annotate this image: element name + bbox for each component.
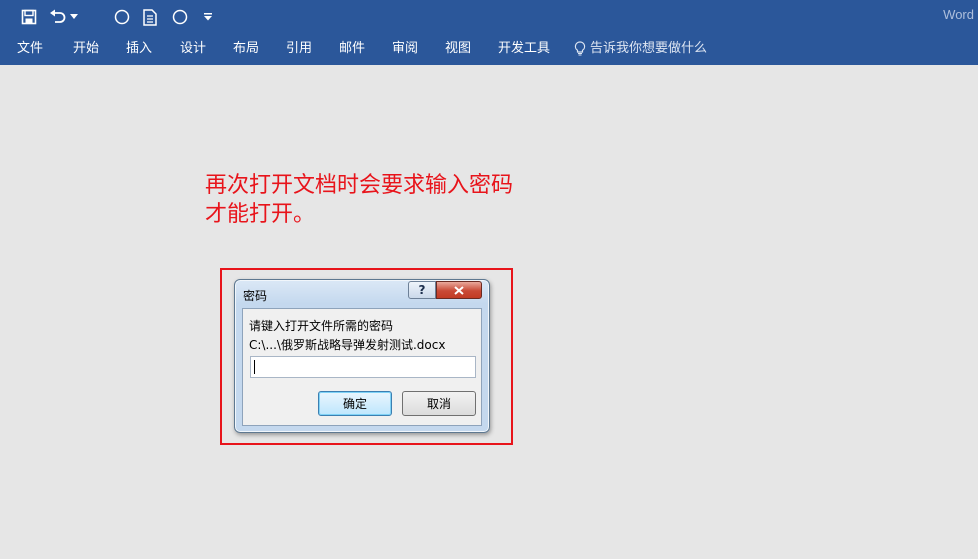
- tab-view[interactable]: 视图: [445, 40, 471, 57]
- ribbon-tabs: 文件 开始 插入 设计 布局 引用 邮件 审阅 视图 开发工具 告诉我你想要做什…: [0, 33, 978, 65]
- text-caret: [254, 360, 255, 374]
- dialog-prompt: 请键入打开文件所需的密码 C:\...\俄罗斯战略导弹发射测试.docx: [249, 317, 445, 355]
- close-icon: [454, 285, 464, 295]
- chevron-down-icon[interactable]: [68, 6, 80, 28]
- dialog-title: 密码: [243, 289, 268, 303]
- undo-icon[interactable]: [48, 6, 68, 28]
- tab-design[interactable]: 设计: [180, 40, 206, 57]
- tell-me-text: 告诉我你想要做什么: [590, 41, 708, 56]
- prompt-text: 请键入打开文件所需的密码: [249, 319, 394, 333]
- help-button[interactable]: ?: [408, 281, 436, 299]
- tab-home[interactable]: 开始: [73, 40, 99, 57]
- file-path: C:\...\俄罗斯战略导弹发射测试.docx: [249, 338, 446, 352]
- help-icon: ?: [418, 283, 426, 297]
- tab-review[interactable]: 审阅: [392, 40, 418, 57]
- tab-file[interactable]: 文件: [17, 40, 43, 57]
- annotation-text: 再次打开文档时会要求输入密码 才能打开。: [205, 171, 545, 229]
- close-button[interactable]: [436, 281, 482, 299]
- circle-icon[interactable]: [170, 6, 190, 28]
- title-bar: Word: [0, 0, 978, 33]
- annotation-line-2: 才能打开。: [205, 202, 316, 227]
- circle-icon[interactable]: [112, 6, 132, 28]
- tab-mailings[interactable]: 邮件: [339, 40, 365, 57]
- dialog-body: 请键入打开文件所需的密码 C:\...\俄罗斯战略导弹发射测试.docx 确定 …: [242, 308, 482, 426]
- customize-dropdown-icon[interactable]: [202, 6, 214, 28]
- cancel-button[interactable]: 取消: [402, 391, 476, 416]
- password-dialog: 密码 ? 请键入打开文件所需的密码 C:\...\俄罗斯战略导弹发射测试.doc…: [234, 279, 490, 433]
- tab-developer[interactable]: 开发工具: [498, 40, 550, 57]
- app-name: Word: [943, 7, 974, 22]
- save-icon[interactable]: [18, 6, 40, 28]
- tell-me-search[interactable]: 告诉我你想要做什么: [574, 40, 707, 57]
- tab-insert[interactable]: 插入: [126, 40, 152, 57]
- lightbulb-icon: [574, 41, 586, 56]
- password-input[interactable]: [250, 356, 476, 378]
- tab-references[interactable]: 引用: [286, 40, 312, 57]
- ok-button[interactable]: 确定: [318, 391, 392, 416]
- document-icon[interactable]: [140, 6, 160, 28]
- tab-layout[interactable]: 布局: [233, 40, 259, 57]
- annotation-line-1: 再次打开文档时会要求输入密码: [205, 173, 514, 198]
